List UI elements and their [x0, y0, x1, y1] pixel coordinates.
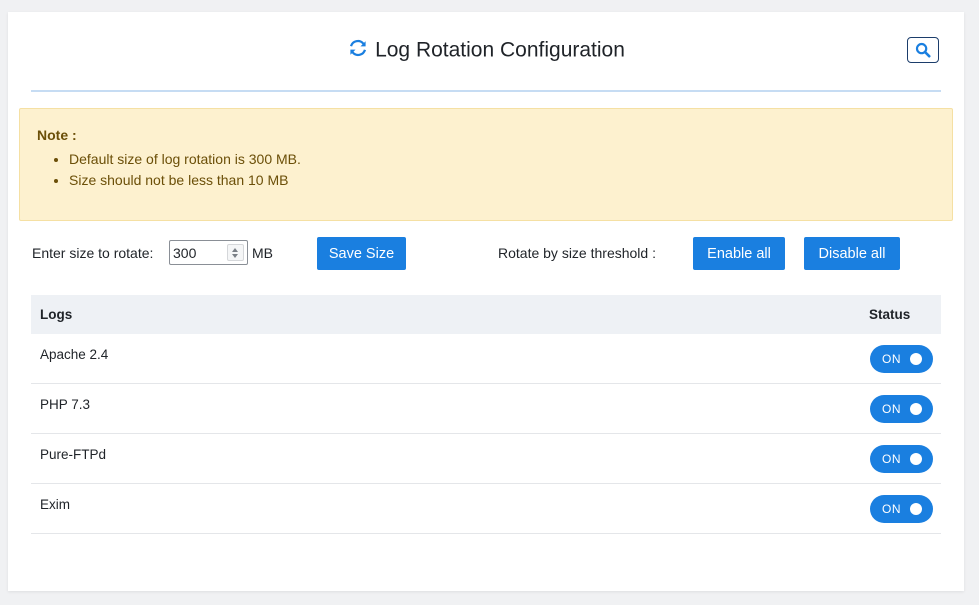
- save-size-button[interactable]: Save Size: [317, 237, 406, 270]
- log-name: Exim: [40, 497, 70, 512]
- size-input-box[interactable]: [169, 240, 248, 265]
- column-header-status: Status: [869, 307, 911, 322]
- disable-all-button[interactable]: Disable all: [804, 237, 900, 270]
- log-rotation-card: Log Rotation Configuration Note : Defaul…: [8, 12, 964, 591]
- status-toggle[interactable]: ON: [870, 495, 933, 523]
- page-title: Log Rotation Configuration: [8, 36, 964, 64]
- rotation-controls: Enter size to rotate: MB Save Size Rotat…: [8, 236, 964, 272]
- table-row: Apache 2.4 ON: [31, 334, 941, 384]
- stepper-up-icon[interactable]: [232, 248, 238, 252]
- log-name: PHP 7.3: [40, 397, 91, 412]
- size-label: Enter size to rotate:: [32, 245, 154, 261]
- refresh-icon: [350, 40, 367, 57]
- toggle-knob: [910, 353, 922, 365]
- table-row: PHP 7.3 ON: [31, 384, 941, 434]
- header-divider: [31, 90, 941, 92]
- size-stepper[interactable]: [227, 244, 244, 261]
- toggle-knob: [910, 403, 922, 415]
- toggle-knob: [910, 503, 922, 515]
- status-toggle[interactable]: ON: [870, 395, 933, 423]
- search-icon: [915, 42, 931, 58]
- toggle-label: ON: [882, 502, 901, 516]
- note-item: Default size of log rotation is 300 MB.: [69, 149, 301, 170]
- size-unit-label: MB: [252, 245, 273, 261]
- log-name: Apache 2.4: [40, 347, 109, 362]
- table-header: Logs Status: [31, 295, 941, 334]
- table-row: Pure-FTPd ON: [31, 434, 941, 484]
- column-header-logs: Logs: [40, 307, 73, 322]
- log-name: Pure-FTPd: [40, 447, 107, 462]
- table-row: Exim ON: [31, 484, 941, 534]
- page-title-text: Log Rotation Configuration: [375, 38, 625, 62]
- status-toggle[interactable]: ON: [870, 345, 933, 373]
- note-item: Size should not be less than 10 MB: [69, 170, 301, 191]
- stepper-down-icon[interactable]: [232, 254, 238, 258]
- search-button[interactable]: [907, 37, 939, 63]
- note-list: Default size of log rotation is 300 MB. …: [37, 149, 301, 191]
- toggle-label: ON: [882, 352, 901, 366]
- page-header: Log Rotation Configuration: [8, 12, 964, 90]
- enable-all-button[interactable]: Enable all: [693, 237, 785, 270]
- logs-table: Logs Status Apache 2.4 ON PHP 7.3 ON Pur…: [31, 295, 941, 534]
- note-title: Note :: [37, 127, 77, 143]
- status-toggle[interactable]: ON: [870, 445, 933, 473]
- size-input[interactable]: [173, 244, 225, 261]
- toggle-knob: [910, 453, 922, 465]
- note-box: Note : Default size of log rotation is 3…: [19, 108, 953, 221]
- toggle-label: ON: [882, 452, 901, 466]
- threshold-label: Rotate by size threshold :: [498, 245, 656, 261]
- toggle-label: ON: [882, 402, 901, 416]
